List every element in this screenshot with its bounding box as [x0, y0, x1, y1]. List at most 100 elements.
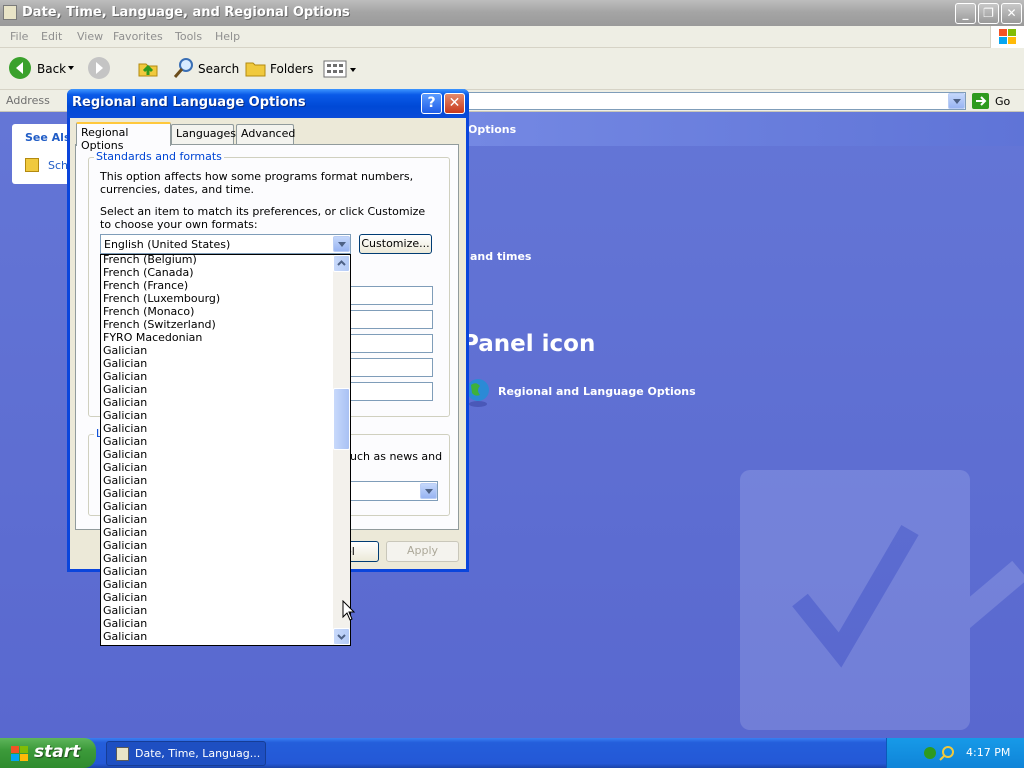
apply-button[interactable]: Apply: [386, 541, 459, 562]
dropdown-item[interactable]: FYRO Macedonian: [101, 331, 333, 344]
scheduled-tasks-icon: [25, 158, 39, 172]
minimize-button[interactable]: _: [955, 3, 976, 24]
windows-flag-icon: [11, 746, 28, 761]
taskbar-window-button[interactable]: Date, Time, Languag...: [106, 741, 266, 766]
start-label: start: [34, 742, 81, 762]
dropdown-item[interactable]: Galician: [101, 487, 333, 500]
menu-edit[interactable]: Edit: [41, 30, 62, 43]
views-icon: [323, 60, 356, 78]
address-input[interactable]: [466, 92, 966, 110]
up-folder-icon[interactable]: [136, 56, 160, 80]
standards-description: This option affects how some programs fo…: [100, 170, 414, 196]
dropdown-item[interactable]: Galician: [101, 370, 333, 383]
dropdown-item[interactable]: Galician: [101, 643, 333, 645]
dropdown-scrollbar[interactable]: [333, 255, 350, 645]
location-description: uch as news and: [350, 450, 443, 463]
windows-logo-icon: [990, 26, 1024, 48]
dropdown-item[interactable]: Galician: [101, 565, 333, 578]
dropdown-item[interactable]: Galician: [101, 513, 333, 526]
globe-icon[interactable]: [466, 378, 490, 408]
dropdown-item[interactable]: Galician: [101, 357, 333, 370]
address-dropdown-button[interactable]: [948, 93, 965, 109]
task-link-fragment[interactable]: and times: [470, 250, 531, 263]
dropdown-item[interactable]: Galician: [101, 591, 333, 604]
dropdown-item[interactable]: French (Belgium): [101, 255, 333, 266]
forward-arrow-icon[interactable]: [87, 56, 111, 80]
go-label: Go: [995, 95, 1011, 108]
tab-advanced[interactable]: Advanced: [236, 124, 295, 144]
content-header: [466, 112, 1024, 146]
dropdown-item[interactable]: Galician: [101, 552, 333, 565]
folders-label: Folders: [270, 62, 314, 76]
dropdown-item[interactable]: Galician: [101, 383, 333, 396]
dropdown-item[interactable]: French (Switzerland): [101, 318, 333, 331]
clock: 4:17 PM: [966, 746, 1011, 759]
tab-label: Regional Options: [81, 126, 129, 152]
dropdown-item[interactable]: Galician: [101, 461, 333, 474]
dropdown-item[interactable]: Galician: [101, 344, 333, 357]
dropdown-item[interactable]: Galician: [101, 604, 333, 617]
location-select[interactable]: [340, 481, 438, 501]
dialog-close-button[interactable]: ✕: [444, 93, 465, 114]
folders-button[interactable]: Folders: [244, 56, 314, 82]
main-window-title: Date, Time, Language, and Regional Optio…: [22, 5, 350, 20]
dropdown-item[interactable]: Galician: [101, 422, 333, 435]
chevron-down-icon: [337, 634, 346, 640]
standards-instruction: Select an item to match its preferences,…: [100, 205, 426, 231]
dropdown-item[interactable]: Galician: [101, 539, 333, 552]
folders-icon: [245, 62, 266, 77]
dropdown-item[interactable]: Galician: [101, 396, 333, 409]
tray-icons: [924, 746, 954, 761]
go-button[interactable]: Go: [970, 92, 1020, 110]
dropdown-item[interactable]: Galician: [101, 448, 333, 461]
tab-regional-options[interactable]: Regional Options: [76, 122, 171, 152]
dropdown-item[interactable]: French (France): [101, 279, 333, 292]
regional-options-link[interactable]: Regional and Language Options: [498, 385, 696, 398]
see-also-item[interactable]: Sch: [48, 159, 68, 172]
dropdown-item[interactable]: Galician: [101, 435, 333, 448]
format-select-arrow[interactable]: [333, 236, 350, 252]
menu-favorites[interactable]: Favorites: [113, 30, 163, 43]
panel-heading: Panel icon: [462, 331, 596, 357]
back-label: Back: [37, 62, 67, 76]
menu-file[interactable]: File: [10, 30, 28, 43]
dropdown-item[interactable]: Galician: [101, 617, 333, 630]
dropdown-item[interactable]: Galician: [101, 500, 333, 513]
location-select-arrow[interactable]: [420, 483, 437, 499]
format-dropdown-list[interactable]: French (Belgium) French (Canada) French (F…: [100, 254, 351, 646]
close-button[interactable]: ✕: [1001, 3, 1022, 24]
taskbar-window-label: Date, Time, Languag...: [135, 747, 261, 760]
dropdown-item[interactable]: Galician: [101, 630, 333, 643]
dropdown-item[interactable]: French (Luxembourg): [101, 292, 333, 305]
dropdown-item[interactable]: French (Canada): [101, 266, 333, 279]
help-button[interactable]: ?: [421, 93, 442, 114]
menu-view[interactable]: View: [77, 30, 103, 43]
search-label: Search: [198, 62, 240, 76]
dialog-title: Regional and Language Options: [72, 95, 306, 110]
format-select[interactable]: English (United States): [100, 234, 351, 254]
back-arrow-icon: [9, 57, 31, 79]
dropdown-item[interactable]: Galician: [101, 474, 333, 487]
menu-tools[interactable]: Tools: [175, 30, 202, 43]
back-button[interactable]: Back: [6, 54, 78, 82]
dropdown-item[interactable]: Galician: [101, 578, 333, 591]
scroll-up-button[interactable]: [333, 255, 350, 272]
views-button[interactable]: [322, 58, 356, 80]
tab-languages[interactable]: Languages: [171, 124, 237, 144]
sample-long-date-field: [340, 382, 433, 401]
menu-help[interactable]: Help: [215, 30, 240, 43]
search-icon: [173, 58, 193, 78]
search-button[interactable]: Search: [170, 56, 240, 82]
scroll-down-button[interactable]: [333, 628, 350, 645]
customize-button[interactable]: Customize...: [359, 234, 432, 254]
dropdown-item[interactable]: French (Monaco): [101, 305, 333, 318]
scroll-thumb[interactable]: [333, 388, 350, 450]
tab-label: Languages: [176, 127, 237, 140]
sample-short-date-field: [340, 358, 433, 377]
sample-currency-field: [340, 310, 433, 329]
dropdown-item[interactable]: Galician: [101, 526, 333, 539]
sample-time-field: [340, 334, 433, 353]
chevron-up-icon: [337, 260, 346, 266]
dropdown-item[interactable]: Galician: [101, 409, 333, 422]
restore-button[interactable]: ❐: [978, 3, 999, 24]
